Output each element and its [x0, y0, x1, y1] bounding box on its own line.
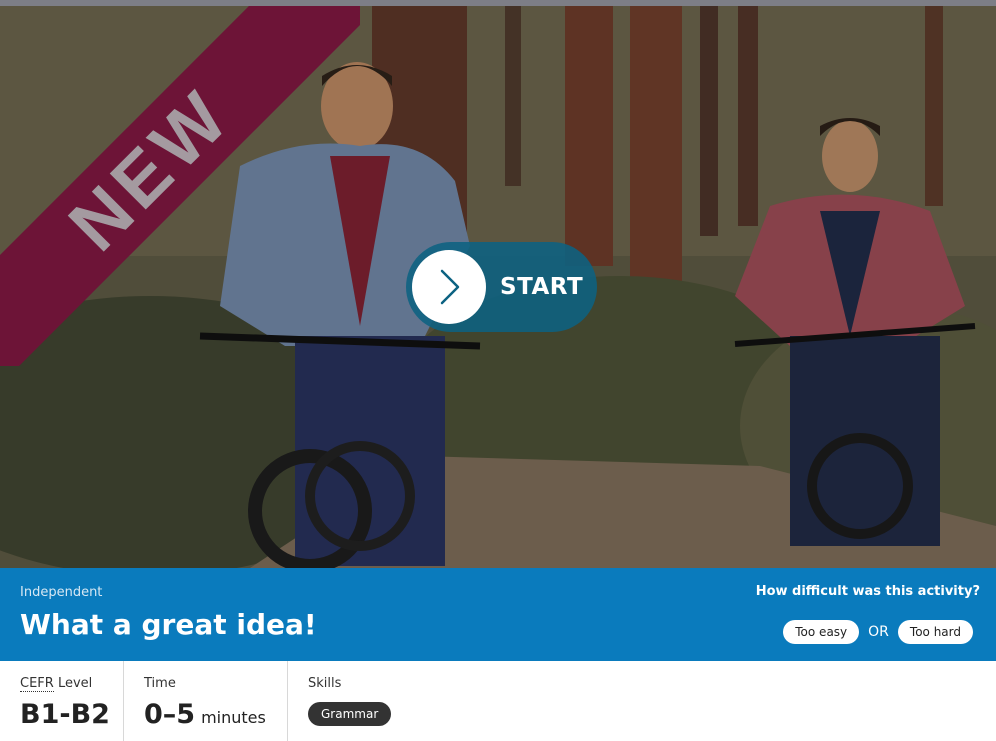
skills-cell: Skills Grammar: [288, 661, 996, 741]
cefr-abbreviation[interactable]: CEFR: [20, 676, 54, 692]
activity-header: Independent What a great idea! How diffi…: [0, 568, 996, 661]
skill-tag-grammar: Grammar: [308, 702, 392, 726]
level-label-text: Level: [57, 676, 93, 691]
new-ribbon: NEW: [0, 6, 360, 366]
chevron-right-icon: [412, 250, 486, 324]
activity-title: What a great idea!: [20, 608, 317, 641]
level-label: CEFR Level: [20, 676, 93, 692]
time-label: Time: [144, 676, 176, 691]
hero-banner: NEW START: [0, 6, 996, 568]
start-button[interactable]: START: [406, 242, 597, 332]
start-label: START: [500, 274, 584, 300]
skills-label: Skills: [308, 676, 342, 691]
difficulty-options: Too easy OR Too hard: [783, 620, 973, 644]
difficulty-question: How difficult was this activity?: [755, 584, 980, 599]
new-badge-label: NEW: [52, 72, 247, 267]
too-easy-button[interactable]: Too easy: [783, 620, 860, 644]
time-unit: minutes: [201, 708, 266, 727]
level-value: B1-B2: [20, 699, 110, 730]
difficulty-separator: OR: [868, 624, 889, 640]
too-hard-button[interactable]: Too hard: [897, 620, 973, 644]
activity-meta: CEFR Level B1-B2 Time 0–5 minutes Skills …: [0, 661, 996, 741]
activity-category: Independent: [20, 585, 103, 600]
time-value: 0–5 minutes: [144, 699, 266, 730]
time-range: 0–5: [144, 699, 196, 730]
level-cell: CEFR Level B1-B2: [0, 661, 124, 741]
new-badge: NEW: [0, 6, 360, 366]
time-cell: Time 0–5 minutes: [124, 661, 288, 741]
